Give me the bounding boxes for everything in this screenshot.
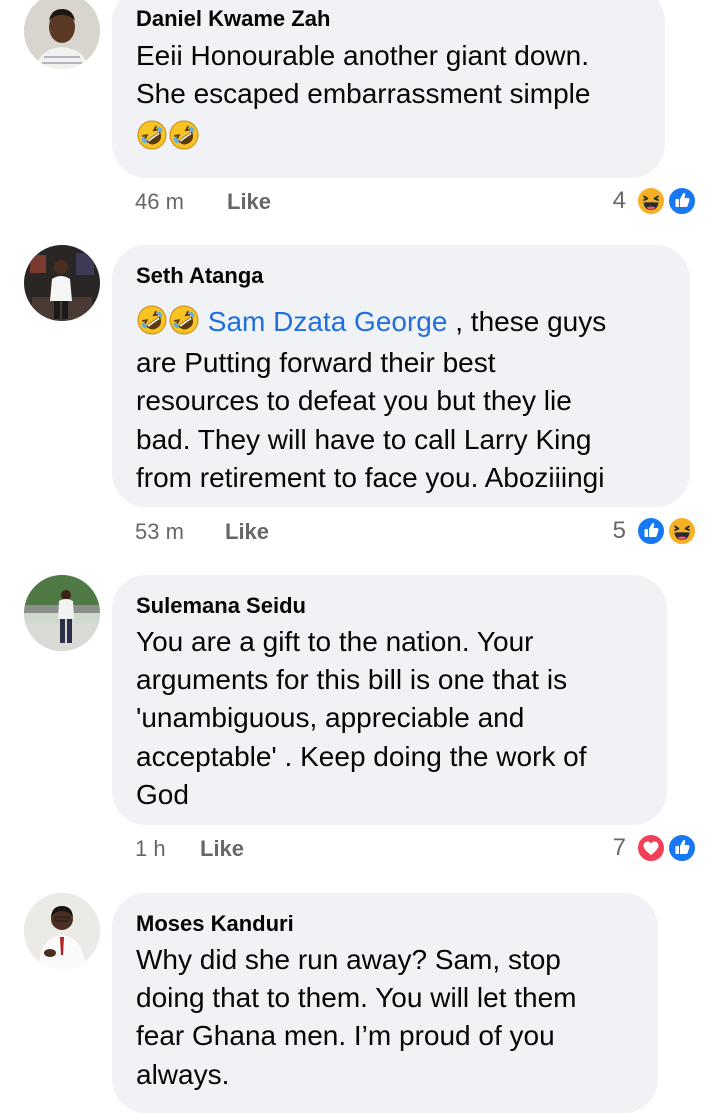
comment-text: from retirement to face you. Aboziiingi	[136, 462, 605, 493]
comment-text: She escaped embarrassment simple	[136, 78, 591, 109]
reaction-count[interactable]: 5	[580, 517, 626, 545]
comment-text: bad. They will have to call Larry King	[136, 424, 592, 455]
comment-bubble: Sulemana Seidu You are a gift to the nat…	[112, 575, 667, 825]
mention-link[interactable]: Sam Dzata George	[208, 306, 448, 337]
like-reaction-icon	[667, 833, 697, 863]
comment-text: Eeii Honourable another giant down.	[136, 40, 589, 71]
comment-author[interactable]: Seth Atanga	[136, 263, 264, 289]
haha-reaction-icon	[636, 186, 666, 216]
comment-text: , these guys	[447, 306, 607, 337]
comment-text: fear Ghana men. I’m proud of you	[136, 1020, 555, 1051]
comment-text: You are a gift to the nation. Your	[136, 626, 534, 657]
avatar[interactable]	[24, 0, 100, 69]
avatar[interactable]	[24, 575, 100, 651]
comment-text: always.	[136, 1059, 230, 1090]
comment-text: arguments for this bill is one that is	[136, 664, 568, 695]
comment-text: resources to defeat you but they lie	[136, 385, 572, 416]
comment-text: Why did she run away? Sam, stop	[136, 944, 561, 975]
rolling-laughing-icon	[136, 304, 168, 336]
comment-time[interactable]: 1 h	[135, 836, 166, 862]
comment-time[interactable]: 46 m	[135, 189, 184, 215]
comment-bubble: Seth Atanga Sam Dzata George , these guy…	[112, 245, 690, 507]
comment-text: are Putting forward their best	[136, 347, 496, 378]
comment-text-first-line: Sam Dzata George , these guys	[136, 303, 606, 342]
like-button[interactable]: Like	[225, 519, 269, 545]
comment-bubble: Moses Kanduri Why did she run away? Sam,…	[112, 893, 658, 1113]
comment-text: acceptable' . Keep doing the work of	[136, 741, 587, 772]
reaction-count[interactable]: 4	[580, 187, 626, 215]
like-button[interactable]: Like	[200, 836, 244, 862]
like-reaction-icon	[667, 186, 697, 216]
comment-author[interactable]: Daniel Kwame Zah	[136, 6, 330, 32]
comment-text: doing that to them. You will let them	[136, 982, 577, 1013]
like-button[interactable]: Like	[227, 189, 271, 215]
comment-text: 'unambiguous, appreciable and	[136, 702, 525, 733]
rolling-laughing-icon	[168, 304, 200, 336]
comment-bubble: Daniel Kwame Zah Eeii Honourable another…	[112, 0, 665, 178]
haha-reaction-icon	[667, 516, 697, 546]
avatar[interactable]	[24, 893, 100, 969]
like-reaction-icon	[636, 516, 666, 546]
comment-time[interactable]: 53 m	[135, 519, 184, 545]
comment-author[interactable]: Moses Kanduri	[136, 911, 294, 937]
avatar[interactable]	[24, 245, 100, 321]
comment-author[interactable]: Sulemana Seidu	[136, 593, 306, 619]
comment-emoji-line	[136, 118, 200, 157]
love-reaction-icon	[636, 833, 666, 863]
rolling-laughing-icon	[168, 119, 200, 151]
comment-text: God	[136, 779, 189, 810]
rolling-laughing-icon	[136, 119, 168, 151]
reaction-count[interactable]: 7	[580, 834, 626, 862]
